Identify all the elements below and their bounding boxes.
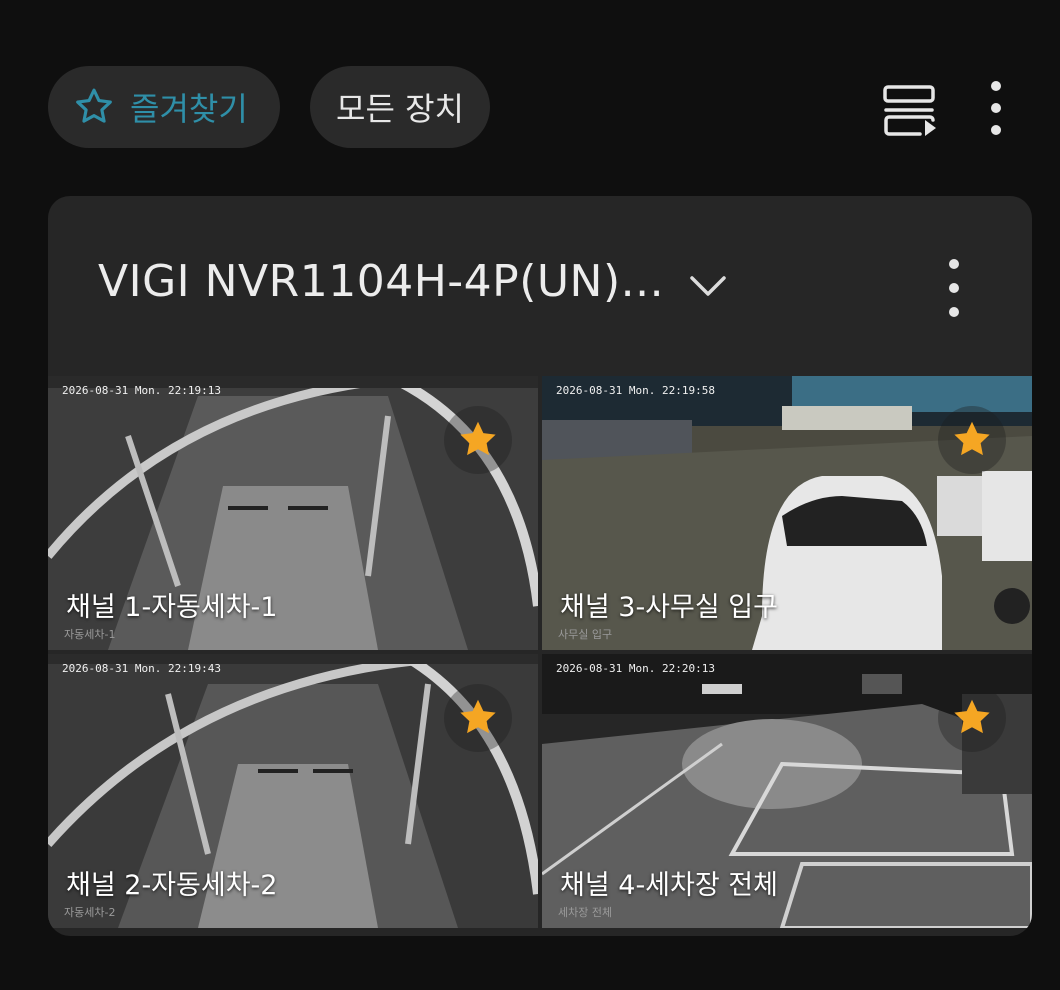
more-vertical-icon[interactable] bbox=[976, 76, 1016, 140]
camera-timestamp: 2026-08-31 Mon. 22:20:13 bbox=[556, 662, 715, 675]
camera-osd-name: 자동세차-2 bbox=[64, 906, 116, 919]
channel-label: 채널 1-자동세차-1 bbox=[66, 592, 278, 623]
star-filled-icon bbox=[954, 421, 990, 456]
channel-grid: 2026-08-31 Mon. 22:19:13 자동세차-1 채널 1-자동세… bbox=[48, 376, 1032, 928]
top-bar: 즐겨찾기 모든 장치 bbox=[0, 0, 1060, 190]
channel-tile[interactable]: 2026-08-31 Mon. 22:19:13 자동세차-1 채널 1-자동세… bbox=[48, 376, 538, 650]
star-outline-icon bbox=[76, 88, 112, 123]
camera-timestamp: 2026-08-31 Mon. 22:19:43 bbox=[62, 662, 221, 675]
channel-tile[interactable]: 2026-08-31 Mon. 22:20:13 세차장 전체 채널 4-세차장… bbox=[542, 654, 1032, 928]
favorites-filter-chip[interactable]: 즐겨찾기 bbox=[48, 66, 280, 148]
favorite-badge[interactable] bbox=[938, 406, 1006, 474]
camera-osd-name: 자동세차-1 bbox=[64, 628, 116, 641]
favorite-badge[interactable] bbox=[444, 684, 512, 752]
camera-timestamp: 2026-08-31 Mon. 22:19:13 bbox=[62, 384, 221, 397]
channel-label: 채널 4-세차장 전체 bbox=[560, 870, 778, 901]
channel-label: 채널 3-사무실 입구 bbox=[560, 592, 778, 623]
chevron-down-icon[interactable] bbox=[684, 266, 732, 306]
channel-tile[interactable]: 2026-08-31 Mon. 22:19:43 자동세차-2 채널 2-자동세… bbox=[48, 654, 538, 928]
channel-label: 채널 2-자동세차-2 bbox=[66, 870, 278, 901]
all-devices-filter-label: 모든 장치 bbox=[336, 90, 464, 128]
channel-tile[interactable]: 2026-08-31 Mon. 22:19:58 사무실 입구 채널 3-사무실… bbox=[542, 376, 1032, 650]
favorite-badge[interactable] bbox=[938, 684, 1006, 752]
device-title[interactable]: VIGI NVR1104H-4P(UN)... bbox=[98, 256, 664, 307]
camera-osd-name: 세차장 전체 bbox=[558, 906, 613, 919]
device-card: VIGI NVR1104H-4P(UN)... 2026-08-31 Mon. … bbox=[48, 196, 1032, 936]
device-more-icon[interactable] bbox=[934, 252, 974, 324]
favorite-badge[interactable] bbox=[444, 406, 512, 474]
star-filled-icon bbox=[460, 699, 496, 734]
star-filled-icon bbox=[954, 699, 990, 734]
playlist-play-icon[interactable] bbox=[880, 82, 940, 138]
camera-timestamp: 2026-08-31 Mon. 22:19:58 bbox=[556, 384, 715, 397]
camera-osd-name: 사무실 입구 bbox=[558, 628, 613, 641]
star-filled-icon bbox=[460, 421, 496, 456]
all-devices-filter-chip[interactable]: 모든 장치 bbox=[310, 66, 490, 148]
favorites-filter-label: 즐겨찾기 bbox=[130, 90, 248, 128]
